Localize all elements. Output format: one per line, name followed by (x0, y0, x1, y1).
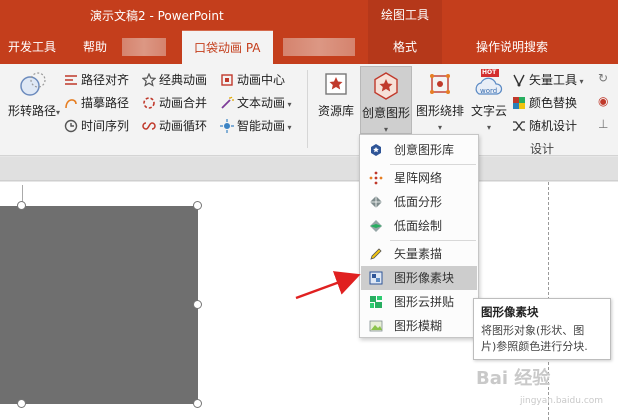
annotation-arrow (295, 271, 361, 300)
watermark-url: jingyan.baidu.com (520, 396, 604, 406)
watermark: Bai 经验 (476, 368, 551, 389)
